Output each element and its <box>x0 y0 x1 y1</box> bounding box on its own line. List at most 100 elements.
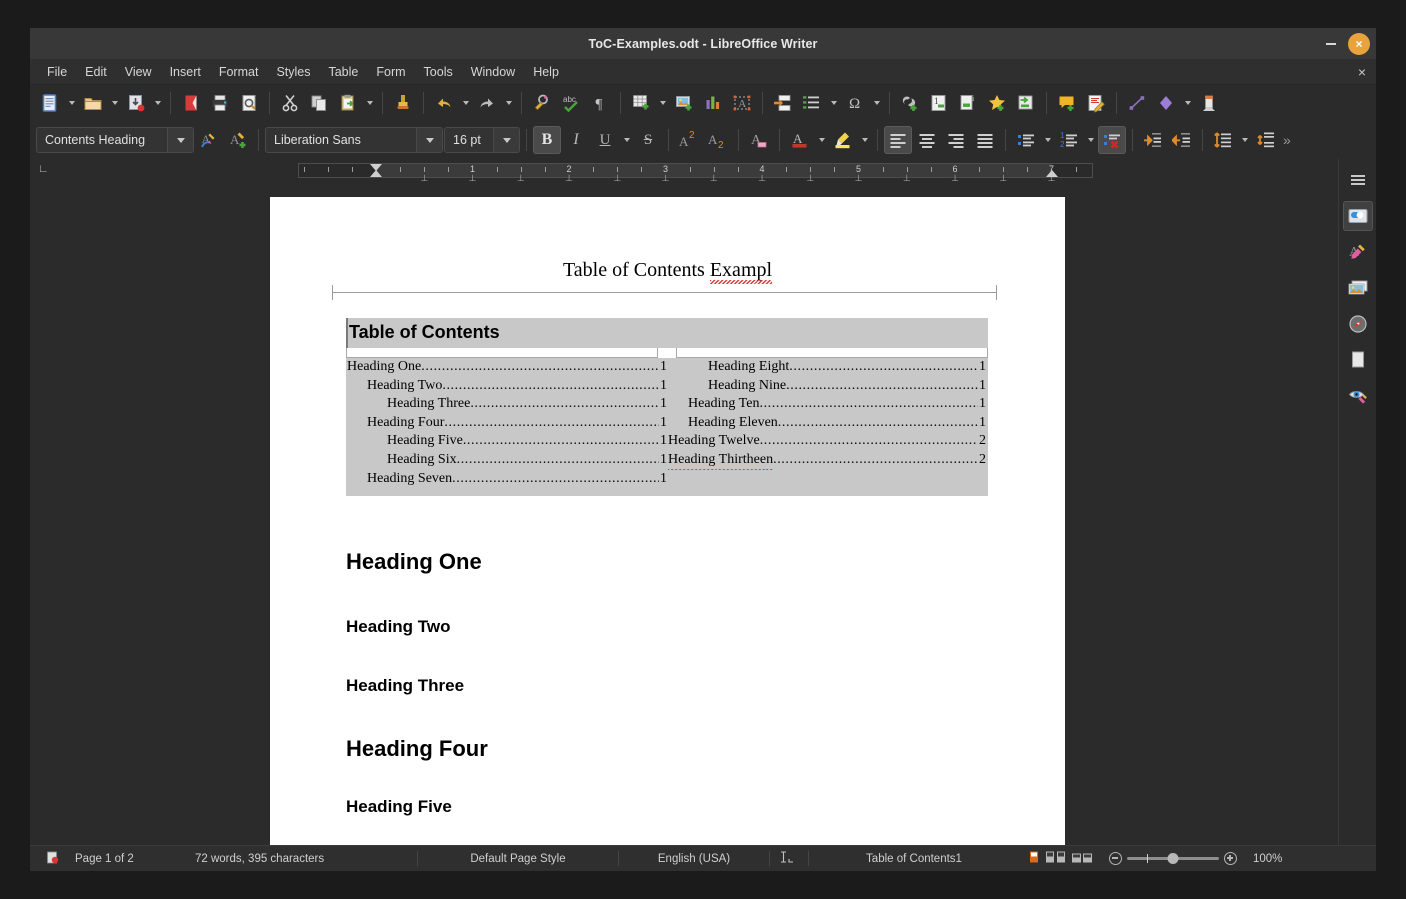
decrease-indent-icon[interactable] <box>1168 126 1196 154</box>
insert-special-character-icon[interactable]: Ω <box>841 89 869 117</box>
toc-entry[interactable]: Heading Four............................… <box>346 414 667 433</box>
clear-direct-formatting-icon[interactable]: A <box>745 126 773 154</box>
close-document-button[interactable]: × <box>1358 65 1366 79</box>
copy-icon[interactable] <box>305 89 333 117</box>
menu-item-edit[interactable]: Edit <box>76 62 116 82</box>
insert-endnote-icon[interactable]: i <box>954 89 982 117</box>
ruler-tab-stop[interactable]: ⊥ <box>469 173 477 184</box>
insert-text-box-icon[interactable]: A <box>728 89 756 117</box>
toolbar-overflow-button[interactable]: » <box>1283 132 1291 148</box>
toc-entry[interactable]: Heading Thirtheen.......................… <box>667 451 988 470</box>
ruler-tab-stop[interactable]: ⊥ <box>951 173 959 184</box>
font-color-button[interactable]: A <box>786 126 814 154</box>
font-size-combobox[interactable]: 16 pt <box>444 127 520 153</box>
outline-level-info[interactable]: Table of Contents1 <box>809 853 1019 865</box>
navigator-icon[interactable] <box>1343 309 1373 339</box>
menu-item-tools[interactable]: Tools <box>415 62 462 82</box>
font-name-combobox[interactable]: Liberation Sans <box>265 127 443 153</box>
save-dropdown[interactable] <box>151 89 164 117</box>
strikethrough-button[interactable]: S <box>634 126 662 154</box>
clone-formatting-icon[interactable] <box>389 89 417 117</box>
font-color-dropdown[interactable] <box>815 126 828 154</box>
highlighting-color-icon[interactable] <box>829 126 857 154</box>
body-heading[interactable]: Heading Five <box>346 797 452 817</box>
menu-item-table[interactable]: Table <box>319 62 367 82</box>
menu-item-help[interactable]: Help <box>524 62 568 82</box>
toc-entry[interactable]: Heading Ten.............................… <box>667 395 988 414</box>
unordered-list-dropdown[interactable] <box>1041 126 1054 154</box>
word-count[interactable]: 72 words, 395 characters <box>187 853 417 865</box>
menu-item-form[interactable]: Form <box>367 62 414 82</box>
ruler-tab-stop[interactable]: ⊥ <box>565 173 573 184</box>
ruler-tab-stop[interactable]: ⊥ <box>517 173 525 184</box>
zoom-level[interactable]: 100% <box>1245 853 1290 865</box>
ruler-right-indent-marker[interactable] <box>1045 170 1058 177</box>
toc-entry[interactable]: Heading Three...........................… <box>346 395 667 414</box>
show-draw-functions-icon[interactable] <box>1195 89 1223 117</box>
ruler-tab-stop[interactable]: ⊥ <box>710 173 718 184</box>
style-inspector-icon[interactable] <box>1343 381 1373 411</box>
insert-hyperlink-icon[interactable] <box>896 89 924 117</box>
insert-table-icon[interactable] <box>627 89 655 117</box>
insert-page-break-icon[interactable] <box>769 89 797 117</box>
new-document-dropdown[interactable] <box>65 89 78 117</box>
table-of-contents-index[interactable]: Table of Contents Heading One...........… <box>346 318 988 497</box>
menu-item-view[interactable]: View <box>116 62 161 82</box>
find-replace-icon[interactable] <box>528 89 556 117</box>
body-heading[interactable]: Heading One <box>346 549 482 575</box>
insert-table-dropdown[interactable] <box>656 89 669 117</box>
spelling-icon[interactable]: abc <box>557 89 585 117</box>
line-spacing-dropdown[interactable] <box>1238 126 1251 154</box>
subscript-button[interactable]: A2 <box>704 126 732 154</box>
body-heading[interactable]: Heading Two <box>346 617 451 637</box>
close-button[interactable]: × <box>1348 32 1370 55</box>
export-pdf-icon[interactable] <box>177 89 205 117</box>
unsaved-changes-icon[interactable] <box>38 851 67 867</box>
styles-icon[interactable]: A <box>1343 237 1373 267</box>
new-style-from-selection-icon[interactable]: A <box>224 126 252 154</box>
toc-entry[interactable]: Heading One.............................… <box>346 358 667 377</box>
open-file-dropdown[interactable] <box>108 89 121 117</box>
toc-entry[interactable]: Heading Two.............................… <box>346 377 667 396</box>
ruler-left-indent-marker[interactable] <box>370 170 382 177</box>
italic-button[interactable]: I <box>562 126 590 154</box>
toc-entry[interactable]: Heading Five............................… <box>346 432 667 451</box>
ruler-tab-stop[interactable]: ⊥ <box>662 173 670 184</box>
toc-entry[interactable]: Heading Eleven..........................… <box>667 414 988 433</box>
toc-entry[interactable]: Heading Eight...........................… <box>667 358 988 377</box>
menu-item-window[interactable]: Window <box>462 62 524 82</box>
ruler-tab-stop[interactable]: ⊥ <box>758 173 766 184</box>
open-file-icon[interactable] <box>79 89 107 117</box>
zoom-knob[interactable] <box>1167 853 1179 864</box>
align-left-icon[interactable] <box>884 126 912 154</box>
redo-dropdown[interactable] <box>502 89 515 117</box>
minimize-button[interactable] <box>1320 33 1342 55</box>
increase-indent-icon[interactable] <box>1139 126 1167 154</box>
justified-icon[interactable] <box>971 126 999 154</box>
print-icon[interactable] <box>206 89 234 117</box>
highlighting-color-dropdown[interactable] <box>858 126 871 154</box>
insert-line-icon[interactable] <box>1123 89 1151 117</box>
ruler-tab-stop[interactable]: ⊥ <box>999 173 1007 184</box>
body-heading[interactable]: Heading Three <box>346 676 464 696</box>
zoom-in-button[interactable] <box>1224 852 1237 865</box>
save-icon[interactable] <box>122 89 150 117</box>
insert-image-icon[interactable] <box>670 89 698 117</box>
ruler-tab-stop[interactable]: ⊥ <box>613 173 621 184</box>
book-view-icon[interactable] <box>1071 850 1093 867</box>
basic-shapes-dropdown[interactable] <box>1181 89 1194 117</box>
cut-icon[interactable] <box>276 89 304 117</box>
track-changes-icon[interactable] <box>1082 89 1110 117</box>
toc-entry[interactable]: Heading Six.............................… <box>346 451 667 470</box>
insert-comment-icon[interactable] <box>1053 89 1081 117</box>
insert-cross-reference-icon[interactable] <box>1012 89 1040 117</box>
insert-chart-icon[interactable] <box>699 89 727 117</box>
properties-icon[interactable] <box>1342 201 1373 231</box>
align-right-icon[interactable] <box>942 126 970 154</box>
paste-icon[interactable] <box>334 89 362 117</box>
new-document-icon[interactable] <box>36 89 64 117</box>
document-title-paragraph[interactable]: Table of Contents Exampl <box>270 259 1065 282</box>
ruler-tab-stop[interactable]: ⊥ <box>806 173 814 184</box>
superscript-button[interactable]: A2 <box>675 126 703 154</box>
insert-special-character-dropdown[interactable] <box>870 89 883 117</box>
